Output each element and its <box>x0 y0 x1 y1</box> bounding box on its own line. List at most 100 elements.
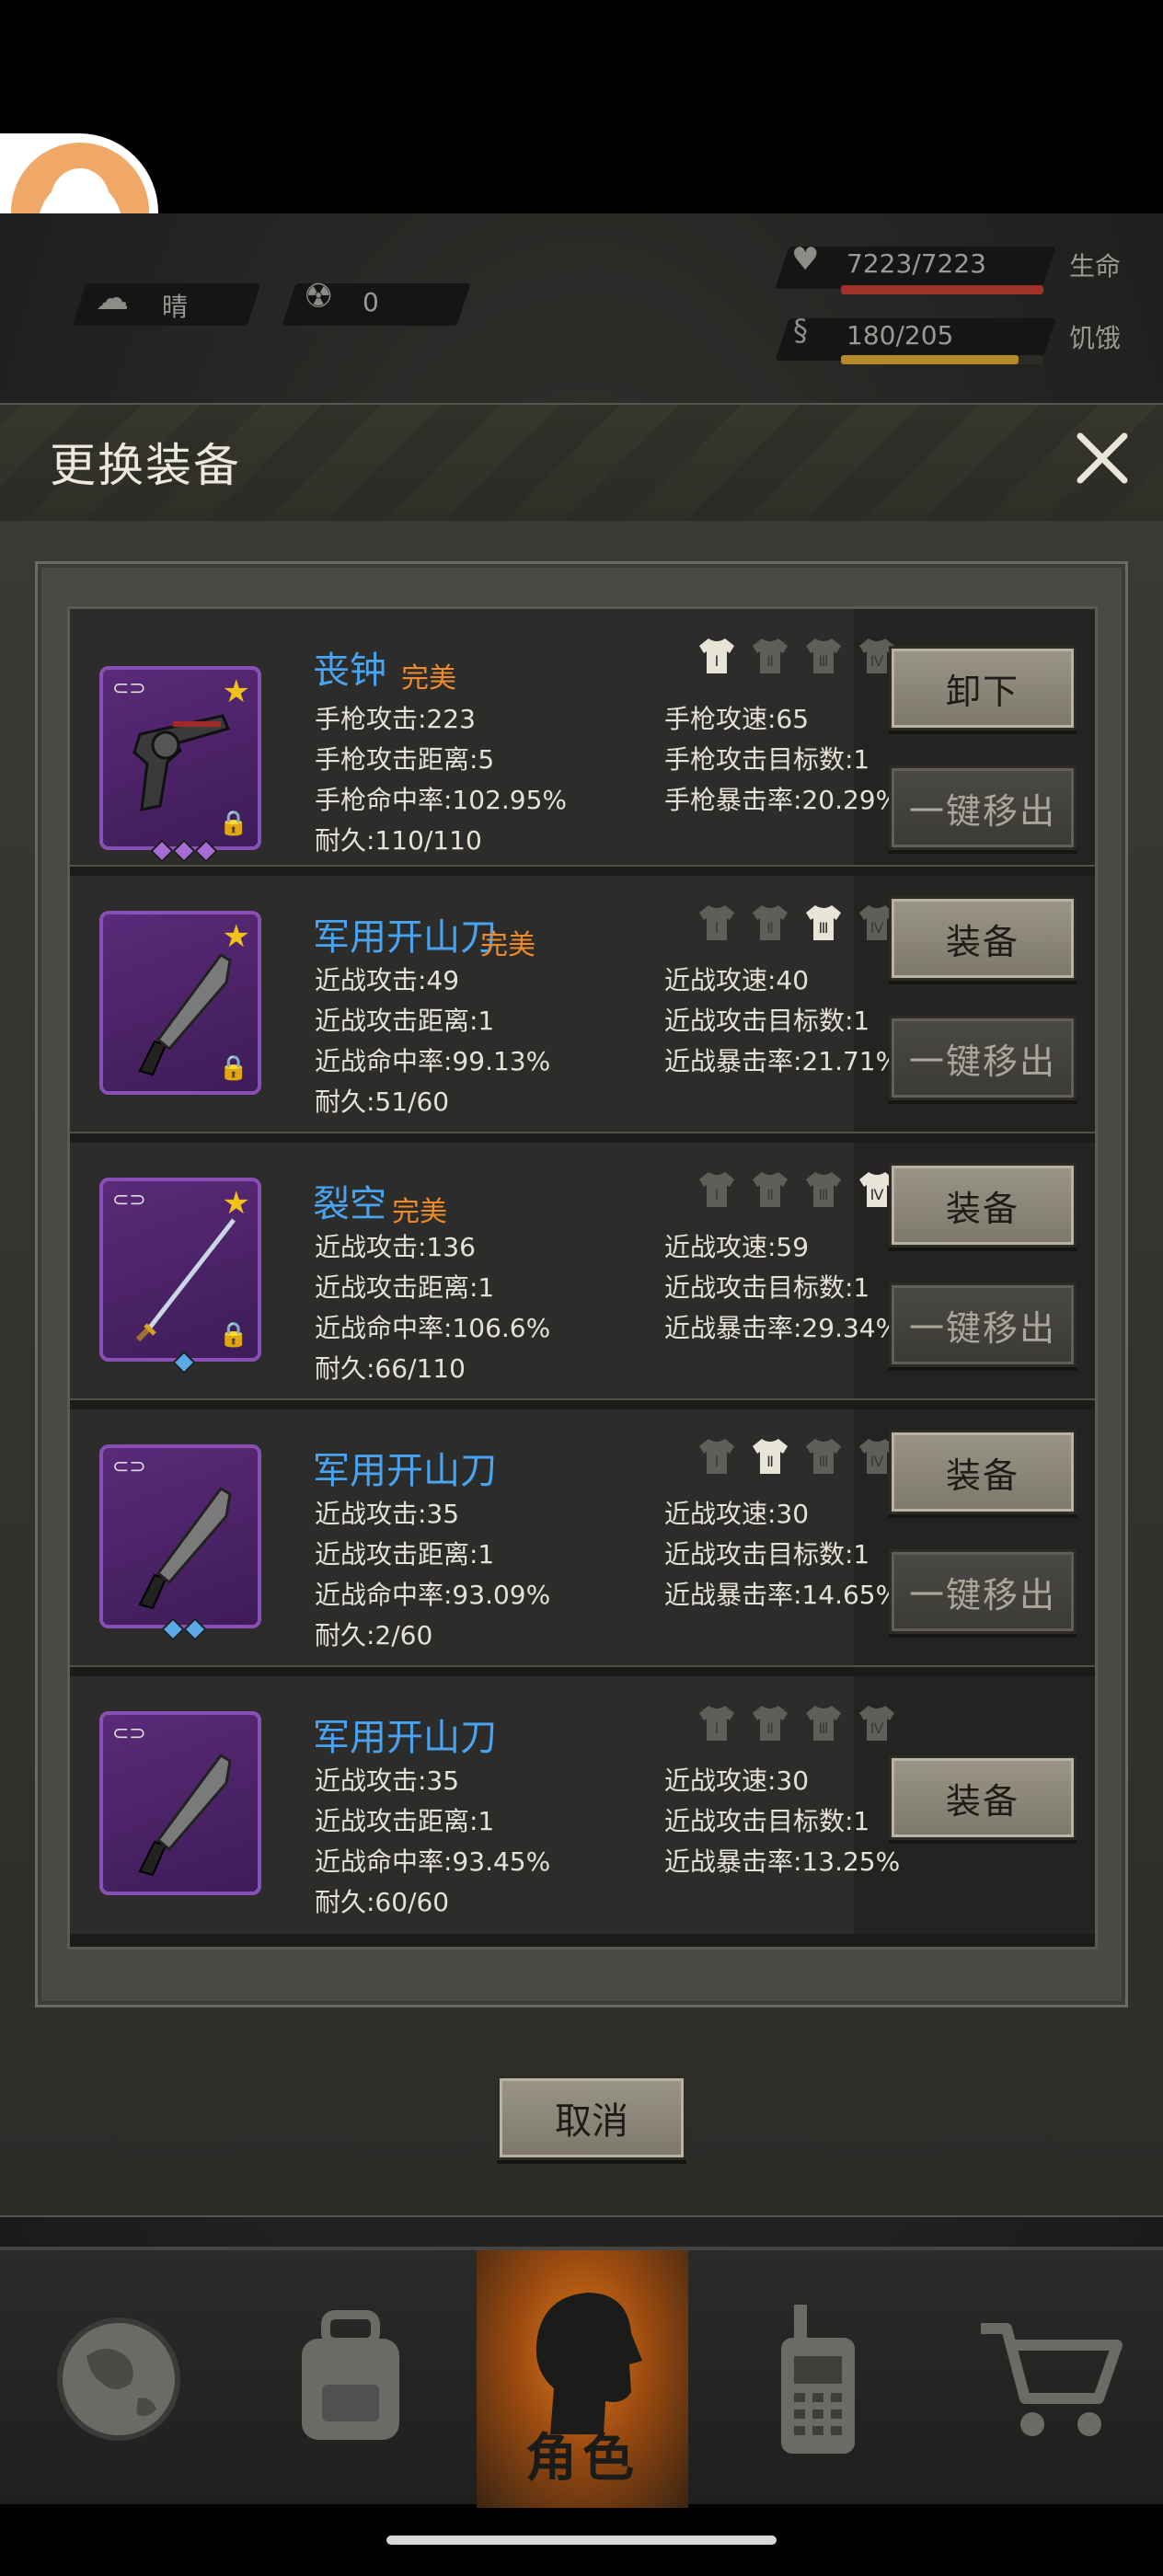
stat: 近战攻击距离:1 <box>315 1272 495 1303</box>
stat: 近战命中率:99.13% <box>315 1046 551 1076</box>
equip-button[interactable]: 装备 <box>889 1430 1077 1514</box>
remove-all-button[interactable]: 一键移出 <box>889 1282 1077 1367</box>
outfit-slots: Ⅰ Ⅱ Ⅲ Ⅳ <box>696 1170 898 1209</box>
item-icon-box[interactable]: ⊂⊃ ★ 🔒 <box>99 666 261 863</box>
item-quality: 完美 <box>401 662 456 695</box>
health-value: 7223/7223 <box>846 248 986 279</box>
nav-shop[interactable] <box>944 2250 1156 2508</box>
equip-button[interactable]: 装备 <box>889 1163 1077 1248</box>
item-icon-box[interactable]: ⊂⊃ ★ 🔒 <box>99 1178 261 1374</box>
blue-gem-icon <box>161 1617 185 1641</box>
nav-character[interactable]: 角色 <box>477 2250 688 2508</box>
stat: 手枪暴击率:20.29% <box>664 785 901 815</box>
stat: 近战命中率:93.45% <box>315 1846 551 1877</box>
item-icon-box[interactable]: ⊂⊃ <box>99 1444 261 1641</box>
outfit-slot-icon: Ⅱ <box>753 638 788 673</box>
stat: 手枪命中率:102.95% <box>315 785 568 815</box>
outfit-slot-numeral: Ⅱ <box>766 1453 774 1470</box>
stat: 手枪攻击:223 <box>315 704 476 734</box>
outfit-slot-icon: Ⅰ <box>699 905 734 940</box>
outfit-slot-numeral: Ⅱ <box>766 1719 774 1737</box>
item-separator <box>70 1398 1095 1409</box>
stat: 近战暴击率:21.71% <box>664 1046 901 1076</box>
outfit-slot-numeral: Ⅲ <box>818 1453 828 1470</box>
gem-sockets <box>103 839 265 863</box>
durability: 耐久:110/110 <box>315 825 482 856</box>
item-icon-box[interactable]: ⊂⊃ <box>99 1711 261 1895</box>
outfit-slot-active-icon: Ⅰ <box>699 638 734 673</box>
hunger-value: 180/205 <box>846 320 954 351</box>
outfit-slot-icon: Ⅳ <box>859 1706 894 1741</box>
nav-radio[interactable] <box>712 2250 924 2508</box>
outfit-slot-icon: Ⅱ <box>753 1172 788 1207</box>
stat: 近战攻击目标数:1 <box>664 1539 870 1570</box>
outfit-slots: Ⅰ Ⅱ Ⅲ Ⅳ <box>696 903 898 942</box>
durability: 耐久:51/60 <box>315 1087 450 1117</box>
item-separator <box>70 1665 1095 1676</box>
backpack-icon <box>302 2310 399 2440</box>
stat: 近战攻击:49 <box>315 965 460 995</box>
purple-gem-icon <box>194 839 218 863</box>
outfit-slot-numeral: Ⅲ <box>818 652 828 670</box>
unequip-button[interactable]: 卸下 <box>889 646 1077 730</box>
purple-gem-icon <box>172 839 196 863</box>
nav-world[interactable] <box>13 2250 225 2508</box>
outfit-slot-numeral: Ⅲ <box>818 919 828 937</box>
item-name: 丧钟 <box>313 650 386 692</box>
durability: 耐久:60/60 <box>315 1887 450 1917</box>
outfit-slot-numeral: Ⅱ <box>766 652 774 670</box>
item-name: 裂空 <box>313 1183 386 1225</box>
equipment-item[interactable]: ⊂⊃ ★ 🔒 丧钟 完美 手枪攻击:223 手枪攻击距离:5 手枪命中率:102… <box>70 609 1095 876</box>
item-quality: 完美 <box>480 929 535 961</box>
health-bar <box>841 285 1043 294</box>
durability: 耐久:2/60 <box>315 1620 433 1650</box>
item-icon-box[interactable]: ★ 🔒 <box>99 911 261 1095</box>
weather-value: 晴 <box>162 292 189 322</box>
outfit-slots: Ⅰ Ⅱ Ⅲ Ⅳ <box>696 1704 898 1742</box>
outfit-slot-icon: Ⅱ <box>753 1706 788 1741</box>
outfit-slots: Ⅰ Ⅱ Ⅲ Ⅳ <box>696 1437 898 1476</box>
equipment-list-frame: ⊂⊃ ★ 🔒 丧钟 完美 手枪攻击:223 手枪攻击距离:5 手枪命中率:102… <box>35 561 1128 2007</box>
stomach-icon: § <box>793 313 808 348</box>
item-separator <box>70 1132 1095 1143</box>
shopping-cart-icon <box>981 2323 1123 2436</box>
outfit-slot-active-icon: Ⅱ <box>753 1439 788 1474</box>
radiation-value: 0 <box>363 287 379 317</box>
stat: 近战暴击率:13.25% <box>664 1846 901 1877</box>
stat: 近战攻击目标数:1 <box>664 1806 870 1836</box>
purple-gem-icon <box>150 839 174 863</box>
blue-gem-icon <box>172 1351 196 1374</box>
health-label: 生命 <box>1069 251 1122 282</box>
outfit-slot-icon: Ⅲ <box>806 1439 841 1474</box>
dialog-title: 更换装备 <box>50 439 241 492</box>
remove-all-button[interactable]: 一键移出 <box>889 1016 1077 1100</box>
equip-button[interactable]: 装备 <box>889 896 1077 981</box>
outfit-slot-icon: Ⅲ <box>806 638 841 673</box>
outfit-slot-icon: Ⅱ <box>753 905 788 940</box>
outfit-slot-numeral: Ⅱ <box>766 919 774 937</box>
item-separator <box>70 865 1095 876</box>
stat: 近战攻击:35 <box>315 1765 460 1796</box>
close-button[interactable] <box>1067 423 1137 493</box>
equipment-item[interactable]: ★ 🔒 军用开山刀 完美 近战攻击:49 近战攻击距离:1 近战命中率:99.1… <box>70 876 1095 1143</box>
remove-all-button[interactable]: 一键移出 <box>889 765 1077 850</box>
machete-icon <box>138 1754 232 1877</box>
outfit-slot-numeral: Ⅱ <box>766 1186 774 1203</box>
outfit-slot-icon: Ⅰ <box>699 1706 734 1741</box>
cancel-button[interactable]: 取消 <box>497 2076 686 2160</box>
nav-backpack[interactable] <box>245 2250 456 2508</box>
equipment-item[interactable]: ⊂⊃ 军用开山刀 近战攻击:35 近战攻击距离:1 近战命中率:93.09% 耐… <box>70 1409 1095 1676</box>
durability: 耐久:66/110 <box>315 1353 466 1384</box>
equipment-item[interactable]: ⊂⊃ 军用开山刀 近战攻击:35 近战攻击距离:1 近战命中率:93.45% 耐… <box>70 1676 1095 1934</box>
radiation-icon: ☢ <box>304 278 334 316</box>
outfit-slot-numeral: Ⅰ <box>715 652 720 670</box>
outfit-slots: Ⅰ Ⅱ Ⅲ Ⅳ <box>696 637 898 675</box>
remove-all-button[interactable]: 一键移出 <box>889 1549 1077 1634</box>
outfit-slot-icon: Ⅲ <box>806 1706 841 1741</box>
equipment-item[interactable]: ⊂⊃ ★ 🔒 裂空 完美 近战攻击:136 近战攻击距离:1 近战命中率:106… <box>70 1143 1095 1409</box>
home-indicator[interactable] <box>386 2536 777 2545</box>
stat: 近战命中率:93.09% <box>315 1580 551 1610</box>
equipment-list[interactable]: ⊂⊃ ★ 🔒 丧钟 完美 手枪攻击:223 手枪攻击距离:5 手枪命中率:102… <box>67 606 1098 1949</box>
outfit-slot-active-icon: Ⅲ <box>806 905 841 940</box>
equip-button[interactable]: 装备 <box>889 1755 1077 1840</box>
